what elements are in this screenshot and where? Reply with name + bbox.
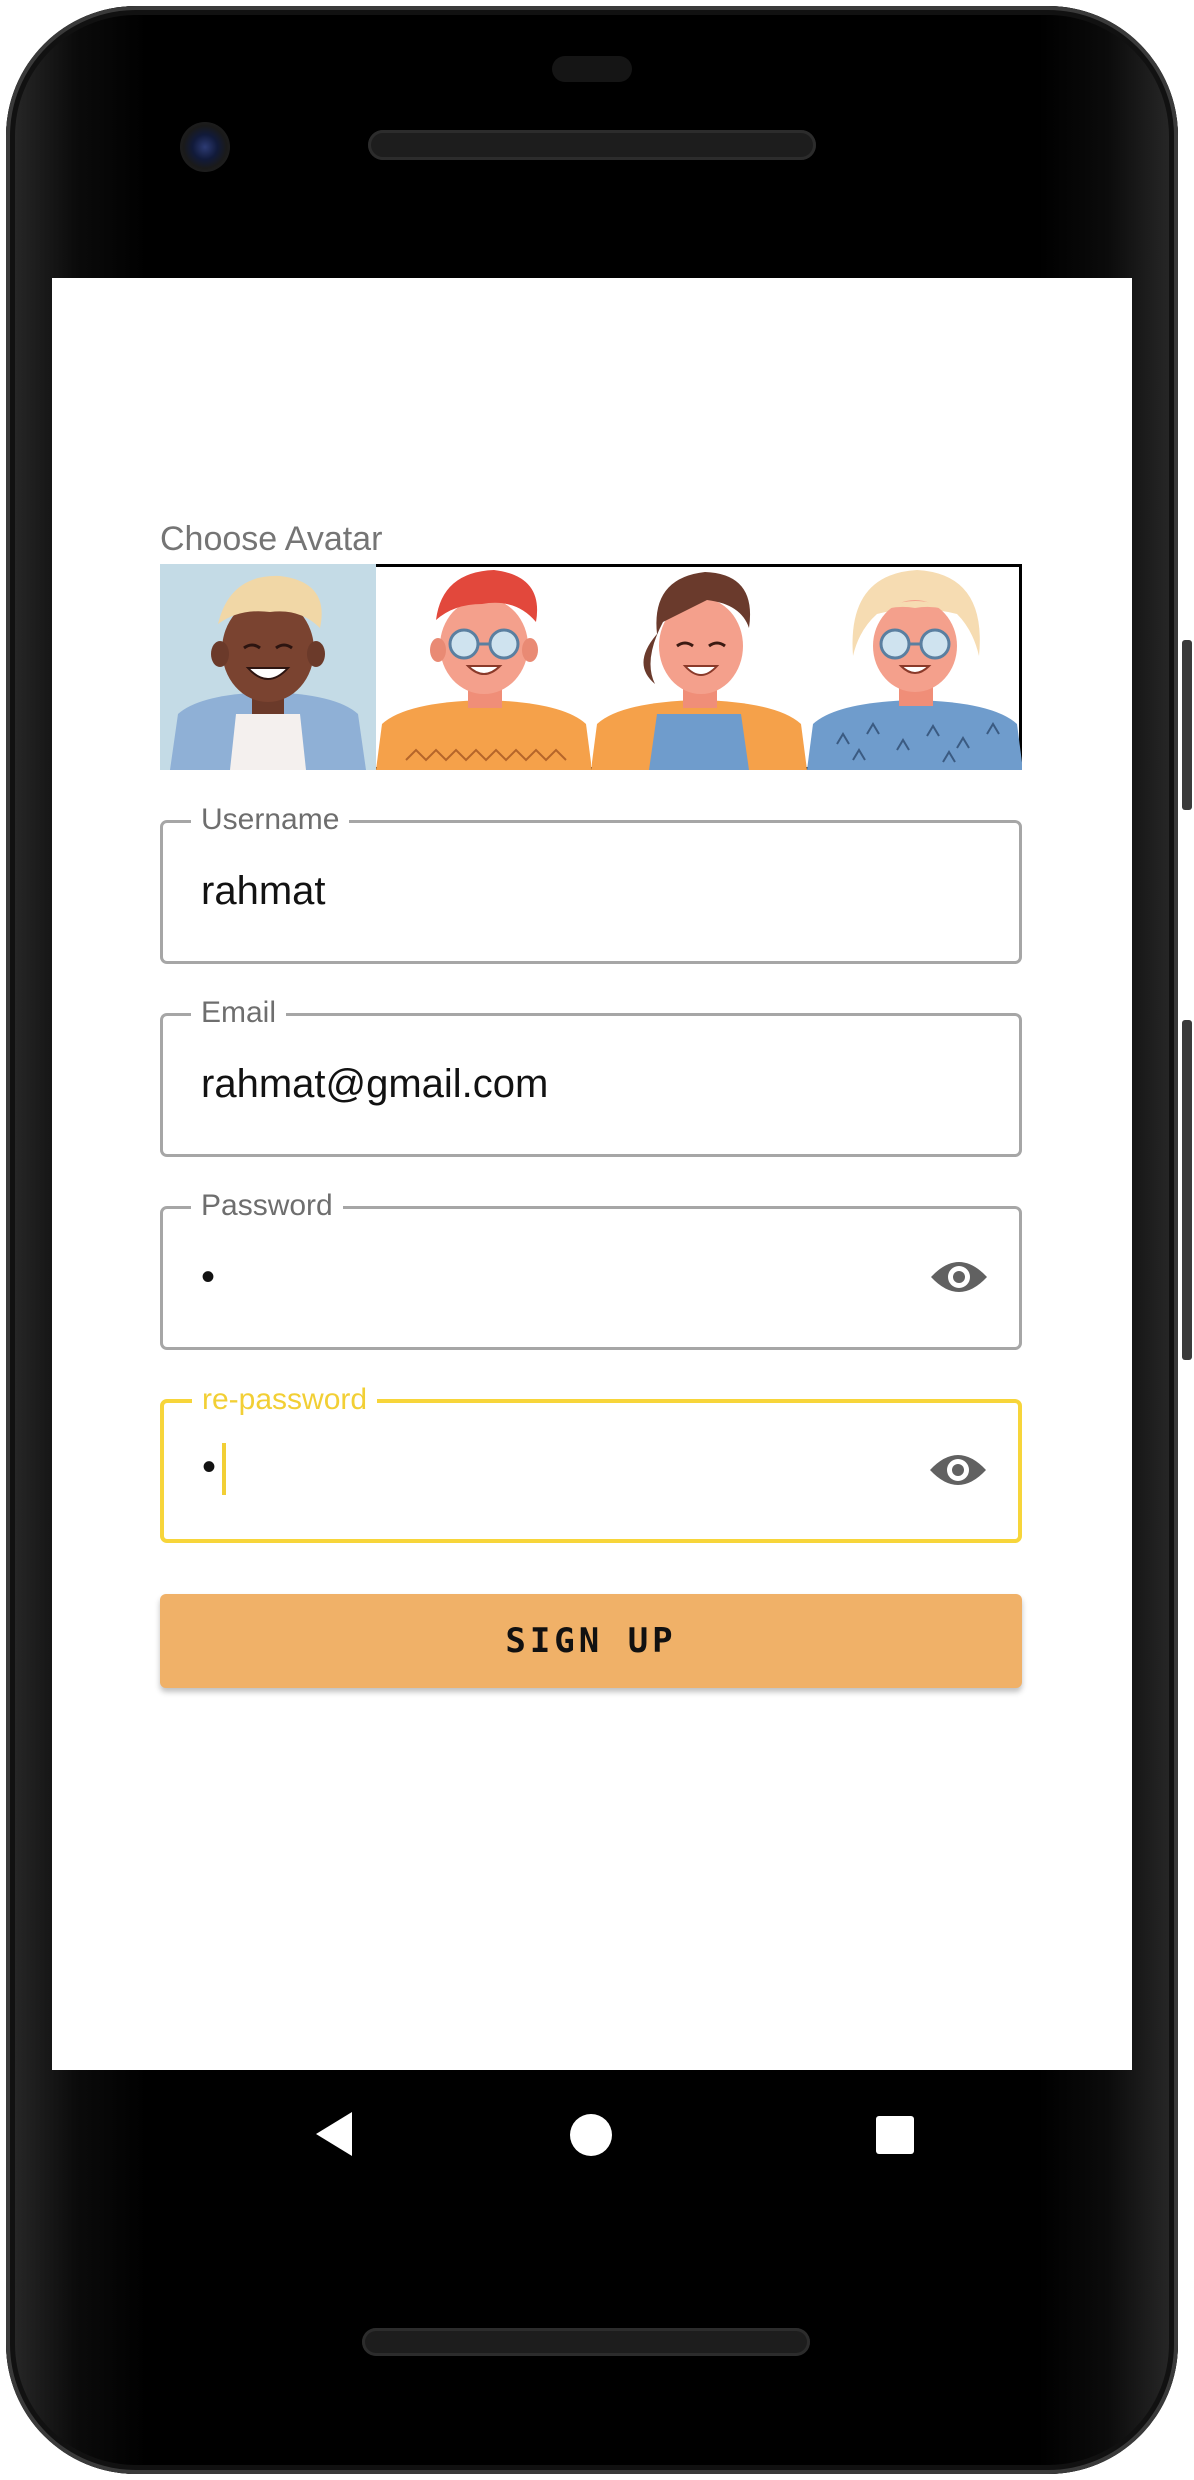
avatar-dark-skin-blond-hair-icon bbox=[170, 575, 366, 770]
volume-button bbox=[1182, 1020, 1192, 1360]
repassword-value-wrap: • bbox=[202, 1443, 227, 1496]
username-label: Username bbox=[191, 803, 350, 837]
power-button bbox=[1182, 640, 1192, 810]
repassword-field[interactable]: re-password • bbox=[160, 1383, 1022, 1543]
bottom-speaker bbox=[362, 2328, 810, 2356]
avatar-blonde-glasses-woman-icon bbox=[806, 570, 1022, 770]
android-nav-bar bbox=[52, 2070, 1132, 2200]
username-value: rahmat bbox=[201, 869, 326, 913]
password-field[interactable]: Password • bbox=[160, 1189, 1022, 1350]
avatar-option-1[interactable] bbox=[160, 564, 376, 770]
username-field[interactable]: Username rahmat bbox=[160, 803, 1022, 964]
avatar-option-4[interactable] bbox=[806, 564, 1022, 770]
home-circle-icon[interactable] bbox=[570, 2114, 612, 2156]
avatar-picker bbox=[160, 564, 1022, 770]
repassword-label: re-password bbox=[192, 1383, 378, 1417]
recents-square-icon[interactable] bbox=[876, 2116, 914, 2154]
eye-icon[interactable] bbox=[928, 1446, 988, 1494]
earpiece-speaker bbox=[368, 130, 816, 160]
back-triangle-icon[interactable] bbox=[316, 2112, 352, 2156]
email-value: rahmat@gmail.com bbox=[201, 1062, 549, 1106]
avatar-option-2[interactable] bbox=[375, 564, 591, 770]
password-value: • bbox=[201, 1255, 216, 1299]
repassword-value: • bbox=[202, 1445, 217, 1489]
choose-avatar-label: Choose Avatar bbox=[160, 520, 383, 558]
avatar-option-3[interactable] bbox=[591, 564, 807, 770]
sign-up-button[interactable]: SIGN UP bbox=[160, 1594, 1022, 1688]
email-field[interactable]: Email rahmat@gmail.com bbox=[160, 996, 1022, 1157]
email-label: Email bbox=[191, 996, 287, 1030]
text-caret bbox=[222, 1443, 227, 1496]
avatar-brown-hair-woman-icon bbox=[591, 572, 807, 770]
front-camera bbox=[180, 122, 230, 172]
password-label: Password bbox=[191, 1189, 343, 1223]
phone-frame: Choose Avatar Username rahmat Email rahm… bbox=[0, 0, 1194, 2480]
sensor-slot bbox=[552, 56, 632, 82]
avatar-red-hair-glasses-icon bbox=[375, 570, 591, 770]
eye-icon[interactable] bbox=[929, 1253, 989, 1301]
app-screen: Choose Avatar Username rahmat Email rahm… bbox=[52, 278, 1132, 2070]
